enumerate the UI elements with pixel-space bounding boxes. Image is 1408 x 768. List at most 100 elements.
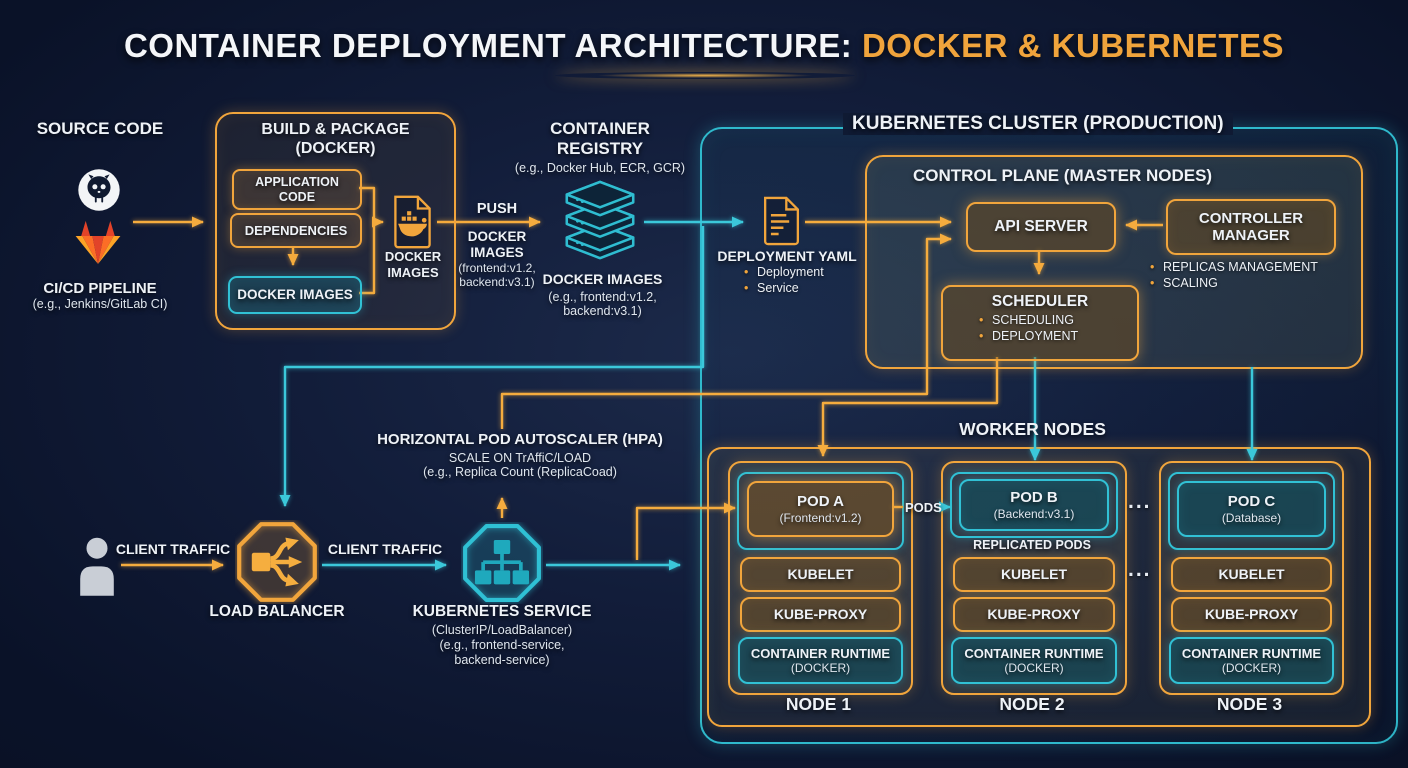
- registry-heading: CONTAINER REGISTRY (e.g., Docker Hub, EC…: [510, 119, 690, 176]
- cm-bullet-scaling: SCALING: [1150, 276, 1318, 292]
- k8s-service-sub2: (e.g., frontend-service,: [412, 638, 592, 653]
- page-title: CONTAINER DEPLOYMENT ARCHITECTURE: DOCKE…: [0, 27, 1408, 65]
- build-docker-images-box: DOCKER IMAGES: [228, 276, 362, 314]
- node3-runtime-box: CONTAINER RUNTIME (DOCKER): [1169, 637, 1334, 684]
- build-docker-images-label: DOCKER IMAGES: [237, 287, 353, 303]
- docker-artifact-label-1: DOCKER: [385, 249, 441, 264]
- k8s-service-label: KUBERNETES SERVICE: [412, 603, 592, 621]
- cluster-title: KUBERNETES CLUSTER (PRODUCTION): [843, 113, 1233, 135]
- hpa-line2: SCALE ON TrAffiC/LOAD: [350, 451, 690, 466]
- node2-kube-proxy-label: KUBE-PROXY: [987, 606, 1080, 623]
- node1-kube-proxy-box: KUBE-PROXY: [740, 597, 901, 632]
- node2-kubelet-box: KUBELET: [953, 557, 1115, 592]
- node2-runtime-box: CONTAINER RUNTIME (DOCKER): [951, 637, 1117, 684]
- yaml-bullets: Deployment Service: [744, 265, 824, 296]
- controller-manager-label-1: CONTROLLER: [1199, 210, 1303, 227]
- pod-b-box: POD B (Backend:v3.1): [959, 479, 1109, 531]
- ellipsis-kubelet: ...: [1128, 558, 1152, 582]
- yaml-file-icon: [760, 196, 803, 246]
- registry-images-label: DOCKER IMAGES: [530, 271, 675, 288]
- page-title-highlight: DOCKER & KUBERNETES: [862, 27, 1284, 64]
- k8s-service-sub3: backend-service): [412, 653, 592, 668]
- load-balancer-icon: [235, 520, 319, 604]
- docker-file-icon: [390, 195, 435, 249]
- scheduler-label: SCHEDULER: [943, 293, 1137, 311]
- yaml-title: DEPLOYMENT YAML: [712, 248, 862, 265]
- registry-subtitle: (e.g., Docker Hub, ECR, GCR): [510, 161, 690, 176]
- registry-title-2: REGISTRY: [510, 139, 690, 159]
- application-code-label-1: APPLICATION: [255, 175, 339, 189]
- node3-kubelet-box: KUBELET: [1171, 557, 1332, 592]
- k8s-service-sub1: (ClusterIP/LoadBalancer): [412, 623, 592, 638]
- node3-kubelet-label: KUBELET: [1218, 566, 1284, 583]
- page-title-main: CONTAINER DEPLOYMENT ARCHITECTURE:: [124, 27, 852, 64]
- build-title: BUILD & PACKAGE: [217, 121, 454, 140]
- cicd-pipeline-sub: (e.g., Jenkins/GitLab CI): [5, 297, 195, 312]
- push-caption-2: IMAGES: [442, 245, 552, 261]
- pod-c-sub: (Database): [1222, 511, 1281, 525]
- node1-kubelet-label: KUBELET: [787, 566, 853, 583]
- pod-b-title: POD B: [1010, 489, 1058, 507]
- client-traffic-label-right: CLIENT TRAFFIC: [322, 541, 448, 558]
- node2-runtime-label-2: (DOCKER): [1004, 661, 1063, 675]
- load-balancer-label: LOAD BALANCER: [192, 603, 362, 621]
- k8s-service-caption: KUBERNETES SERVICE (ClusterIP/LoadBalanc…: [412, 603, 592, 668]
- pod-a-sub: (Frontend:v1.2): [779, 511, 861, 525]
- controller-manager-label-2: MANAGER: [1212, 227, 1290, 244]
- pod-c-title: POD C: [1228, 493, 1276, 511]
- yaml-bullet-deployment: Deployment: [744, 265, 824, 281]
- title-glow-divider: [555, 72, 855, 79]
- cicd-pipeline-label: CI/CD PIPELINE: [10, 280, 190, 298]
- node1-runtime-label-1: CONTAINER RUNTIME: [751, 646, 890, 661]
- registry-images-caption: DOCKER IMAGES (e.g., frontend:v1.2, back…: [530, 271, 675, 319]
- node1-runtime-box: CONTAINER RUNTIME (DOCKER): [738, 637, 903, 684]
- gitlab-icon: [70, 215, 126, 267]
- application-code-label-2: CODE: [279, 190, 315, 204]
- dependencies-label: DEPENDENCIES: [245, 223, 348, 238]
- controller-manager-bullets: REPLICAS MANAGEMENT SCALING: [1150, 260, 1318, 291]
- replicated-pods-label: REPLICATED PODS: [946, 538, 1118, 553]
- dependencies-box: DEPENDENCIES: [230, 213, 362, 248]
- node3-kube-proxy-label: KUBE-PROXY: [1205, 606, 1298, 623]
- source-code-heading: SOURCE CODE: [25, 119, 175, 139]
- node1-label: NODE 1: [728, 694, 909, 715]
- registry-title-1: CONTAINER: [510, 119, 690, 139]
- node3-label: NODE 3: [1159, 694, 1340, 715]
- push-label: PUSH: [462, 201, 532, 218]
- control-plane-title: CONTROL PLANE (MASTER NODES): [913, 166, 1212, 186]
- node3-kube-proxy-box: KUBE-PROXY: [1171, 597, 1332, 632]
- github-icon: [76, 166, 122, 214]
- yaml-bullet-service: Service: [744, 281, 824, 297]
- push-caption-1: DOCKER: [442, 229, 552, 245]
- node1-runtime-label-2: (DOCKER): [791, 661, 850, 675]
- client-traffic-label-left: CLIENT TRAFFIC: [108, 541, 238, 558]
- worker-nodes-title: WORKER NODES: [930, 419, 1135, 440]
- pod-b-sub: (Backend:v3.1): [994, 507, 1075, 521]
- api-server-label: API SERVER: [994, 218, 1088, 236]
- pod-a-title: POD A: [797, 493, 844, 511]
- registry-images-sub2: backend:v3.1): [530, 304, 675, 319]
- node1-kubelet-box: KUBELET: [740, 557, 901, 592]
- node2-kubelet-label: KUBELET: [1001, 566, 1067, 583]
- registry-images-sub1: (e.g., frontend:v1.2,: [530, 290, 675, 305]
- node2-runtime-label-1: CONTAINER RUNTIME: [964, 646, 1103, 661]
- controller-manager-box: CONTROLLER MANAGER: [1166, 199, 1336, 255]
- hpa-title: HORIZONTAL POD AUTOSCALER (HPA): [350, 431, 690, 449]
- node1-kube-proxy-label: KUBE-PROXY: [774, 606, 867, 623]
- pod-c-box: POD C (Database): [1177, 481, 1326, 537]
- node3-runtime-label-2: (DOCKER): [1222, 661, 1281, 675]
- hpa-line3: (e.g., Replica Count (ReplicaCoad): [350, 465, 690, 480]
- service-tree-icon: [461, 522, 543, 604]
- pod-a-box: POD A (Frontend:v1.2): [747, 481, 894, 537]
- hpa-caption: HORIZONTAL POD AUTOSCALER (HPA) SCALE ON…: [350, 431, 690, 480]
- ellipsis-pods: ...: [1128, 490, 1152, 514]
- api-server-box: API SERVER: [966, 202, 1116, 252]
- application-code-box: APPLICATION CODE: [232, 169, 362, 210]
- pods-label: PODS: [905, 500, 942, 515]
- scheduler-box: SCHEDULER SCHEDULING DEPLOYMENT: [941, 285, 1139, 361]
- node3-runtime-label-1: CONTAINER RUNTIME: [1182, 646, 1321, 661]
- registry-stack-icon: [556, 178, 644, 264]
- build-subtitle: (DOCKER): [217, 140, 454, 159]
- scheduler-bullet-scheduling: SCHEDULING: [979, 313, 1137, 329]
- docker-artifact-label-2: IMAGES: [387, 265, 438, 280]
